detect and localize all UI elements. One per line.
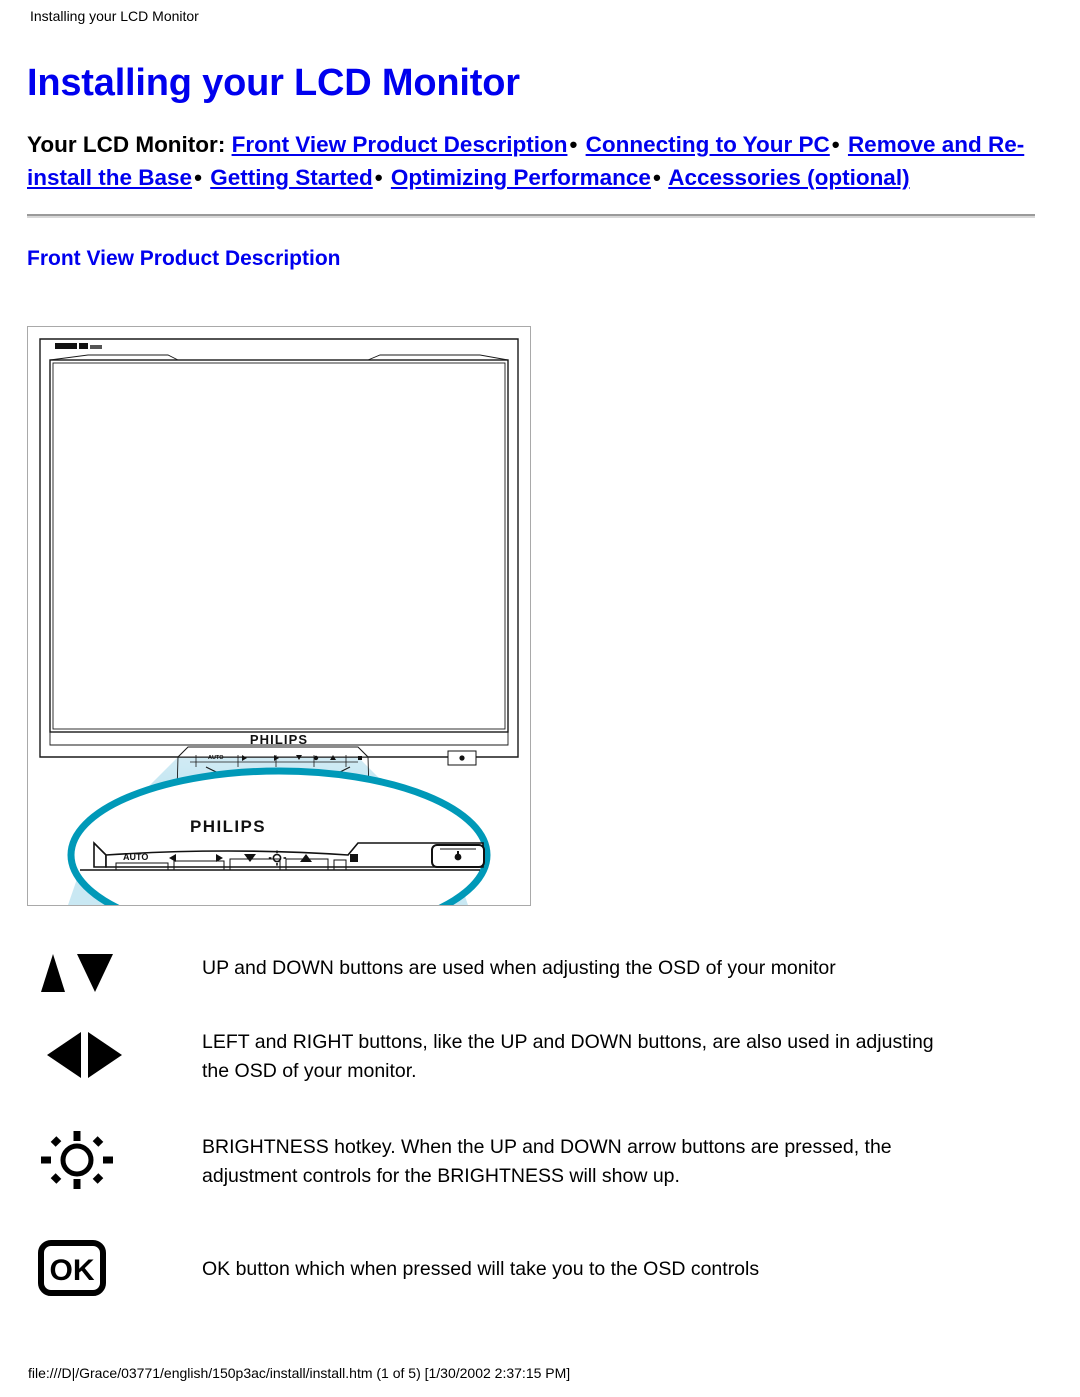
nav-link-optimizing-performance[interactable]: Optimizing Performance: [391, 165, 651, 190]
legend-row: BRIGHTNESS hotkey. When the UP and DOWN …: [27, 1127, 1037, 1223]
legend-row: OK OK button which when pressed will tak…: [27, 1235, 1037, 1305]
philips-brand-magnified: PHILIPS: [190, 817, 266, 836]
footer-file-path: file:///D|/Grace/03771/english/150p3ac/i…: [28, 1365, 571, 1381]
svg-text:AUTO: AUTO: [208, 755, 224, 761]
section-title: Front View Product Description: [27, 247, 341, 270]
nav-link-getting-started[interactable]: Getting Started: [210, 165, 373, 190]
legend-row: LEFT and RIGHT buttons, like the UP and …: [27, 1022, 1037, 1115]
up-down-arrows-icon: [27, 940, 202, 1006]
ok-button-icon: OK: [27, 1235, 202, 1301]
nav-link-accessories[interactable]: Accessories (optional): [668, 165, 909, 190]
button-legend-list: UP and DOWN buttons are used when adjust…: [27, 940, 1037, 1317]
monitor-illustration: PHILIPS AUTO PHILIPS AUTO: [39, 338, 519, 905]
legend-row: UP and DOWN buttons are used when adjust…: [27, 940, 1037, 1010]
svg-text:OK: OK: [50, 1254, 95, 1287]
nav-link-front-view[interactable]: Front View Product Description: [232, 132, 568, 157]
legend-text: LEFT and RIGHT buttons, like the UP and …: [202, 1031, 934, 1082]
nav-bullet: •: [374, 165, 383, 190]
monitor-figure: PHILIPS AUTO PHILIPS AUTO: [27, 326, 531, 906]
nav-label: Your LCD Monitor: [27, 132, 218, 157]
nav-bullet: •: [652, 165, 661, 190]
legend-text: OK button which when pressed will take y…: [202, 1258, 760, 1280]
nav-bullet: •: [831, 132, 840, 157]
legend-text: BRIGHTNESS hotkey. When the UP and DOWN …: [202, 1136, 892, 1187]
power-button-magnified[interactable]: [431, 844, 485, 868]
svg-text:AUTO: AUTO: [123, 852, 148, 862]
brightness-sun-icon: [27, 1127, 202, 1193]
callout-oval: [67, 767, 491, 905]
power-button-small[interactable]: [447, 750, 477, 766]
main-content: Installing your LCD Monitor Your LCD Mon…: [27, 60, 1037, 272]
breadcrumb-nav: Your LCD Monitor: Front View Product Des…: [27, 128, 1035, 194]
nav-bullet: •: [194, 165, 202, 190]
nav-bullet: •: [569, 132, 578, 157]
monitor-body: [39, 338, 519, 758]
horizontal-divider: [27, 214, 1035, 218]
legend-text: UP and DOWN buttons are used when adjust…: [202, 957, 836, 979]
nav-link-connecting-pc[interactable]: Connecting to Your PC: [586, 132, 830, 157]
left-right-arrows-icon: [27, 1022, 202, 1088]
philips-brand-bezel: PHILIPS: [250, 732, 308, 747]
running-header: Installing your LCD Monitor: [30, 8, 199, 24]
nav-separator: :: [217, 132, 226, 157]
menu-square-glyph: [350, 854, 358, 862]
page-title: Installing your LCD Monitor: [27, 62, 520, 104]
